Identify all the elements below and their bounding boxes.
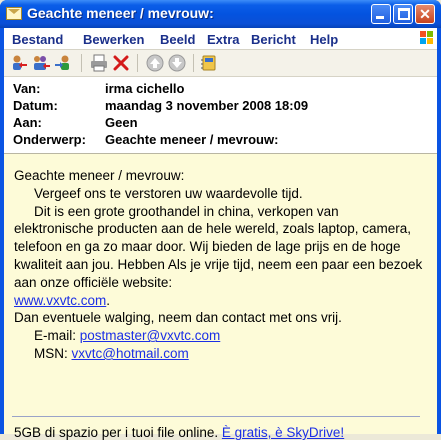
to-label: Aan: [13, 115, 42, 130]
skydrive-link[interactable]: È gratis, è SkyDrive! [222, 425, 344, 440]
from-row: Van: irma cichello [13, 81, 433, 98]
message-text: Geachte meneer / mevrouw: Vergeef ons te… [14, 167, 424, 363]
window-border [437, 28, 441, 434]
menu-bewerken[interactable]: Bewerken [83, 32, 144, 47]
footer-divider [12, 416, 420, 417]
windows-logo-icon [420, 31, 434, 45]
email-label: E-mail: [34, 328, 77, 344]
message-header: Van: irma cichello Datum: maandag 3 nove… [4, 77, 437, 153]
website-link[interactable]: www.vxvtc.com [14, 293, 106, 308]
body-paragraph: Dit is een grote groothandel in china, v… [14, 203, 424, 292]
date-label: Datum: [13, 98, 58, 113]
reply-all-icon[interactable] [32, 54, 50, 72]
msn-link[interactable]: vxvtc@hotmail.com [72, 346, 189, 361]
delete-icon[interactable] [112, 54, 130, 72]
msn-label: MSN: [34, 345, 68, 361]
message-body: Geachte meneer / mevrouw: Vergeef ons te… [4, 153, 437, 440]
maximize-icon [398, 8, 410, 20]
forward-icon[interactable] [54, 54, 72, 72]
toolbar-separator [193, 54, 194, 72]
greeting: Geachte meneer / mevrouw: [14, 168, 185, 183]
website-suffix: . [106, 292, 111, 308]
close-button[interactable]: ✕ [415, 4, 435, 24]
from-value: irma cichello [105, 81, 185, 96]
menu-help[interactable]: Help [310, 32, 338, 47]
subject-value: Geachte meneer / mevrouw: [105, 132, 279, 147]
from-label: Van: [13, 81, 41, 96]
window-title: Geachte meneer / mevrouw: [27, 5, 214, 21]
body-line: Vergeef ons te verstoren uw waardevolle … [34, 185, 303, 201]
menu-bar: Bestand Bewerken Beeld Extra Bericht Hel… [4, 28, 437, 50]
toolbar-separator [81, 54, 82, 72]
msn-line: MSN: vxvtc@hotmail.com [14, 345, 424, 363]
previous-icon[interactable] [146, 54, 164, 72]
minimize-icon [376, 16, 384, 19]
email-link[interactable]: postmaster@vxvtc.com [80, 328, 220, 343]
toolbar-separator [137, 54, 138, 72]
email-window: Geachte meneer / mevrouw: ✕ Bestand Bewe… [0, 0, 441, 440]
print-icon[interactable] [90, 54, 108, 72]
menu-bericht[interactable]: Bericht [251, 32, 296, 47]
contact-line: Dan eventuele walging, neem dan contact … [14, 310, 342, 326]
footer-ad: 5GB di spazio per i tuoi file online. È … [14, 425, 344, 440]
envelope-icon [6, 7, 22, 20]
menu-beeld[interactable]: Beeld [160, 32, 195, 47]
website-line: www.vxvtc.com. [14, 292, 424, 310]
subject-row: Onderwerp: Geachte meneer / mevrouw: [13, 132, 433, 149]
email-line: E-mail: postmaster@vxvtc.com [14, 327, 424, 345]
reply-icon[interactable] [10, 54, 28, 72]
to-row: Aan: Geen [13, 115, 433, 132]
paragraph-rest: elektronische producten aan de hele were… [14, 221, 423, 290]
to-value: Geen [105, 115, 138, 130]
footer-text: 5GB di spazio per i tuoi file online. [14, 425, 219, 440]
window-content: Bestand Bewerken Beeld Extra Bericht Hel… [4, 28, 437, 440]
toolbar [4, 50, 437, 77]
maximize-button[interactable] [393, 4, 413, 24]
menu-extra[interactable]: Extra [207, 32, 240, 47]
address-book-icon[interactable] [200, 54, 218, 72]
date-value: maandag 3 november 2008 18:09 [105, 98, 309, 113]
minimize-button[interactable] [371, 4, 391, 24]
menu-bestand[interactable]: Bestand [12, 32, 63, 47]
next-icon[interactable] [168, 54, 186, 72]
close-icon: ✕ [419, 6, 431, 22]
subject-label: Onderwerp: [13, 132, 86, 147]
paragraph-start: Dit is een grote groothandel in china, v… [34, 203, 339, 219]
date-row: Datum: maandag 3 november 2008 18:09 [13, 98, 433, 115]
title-bar[interactable]: Geachte meneer / mevrouw: ✕ [0, 0, 441, 28]
